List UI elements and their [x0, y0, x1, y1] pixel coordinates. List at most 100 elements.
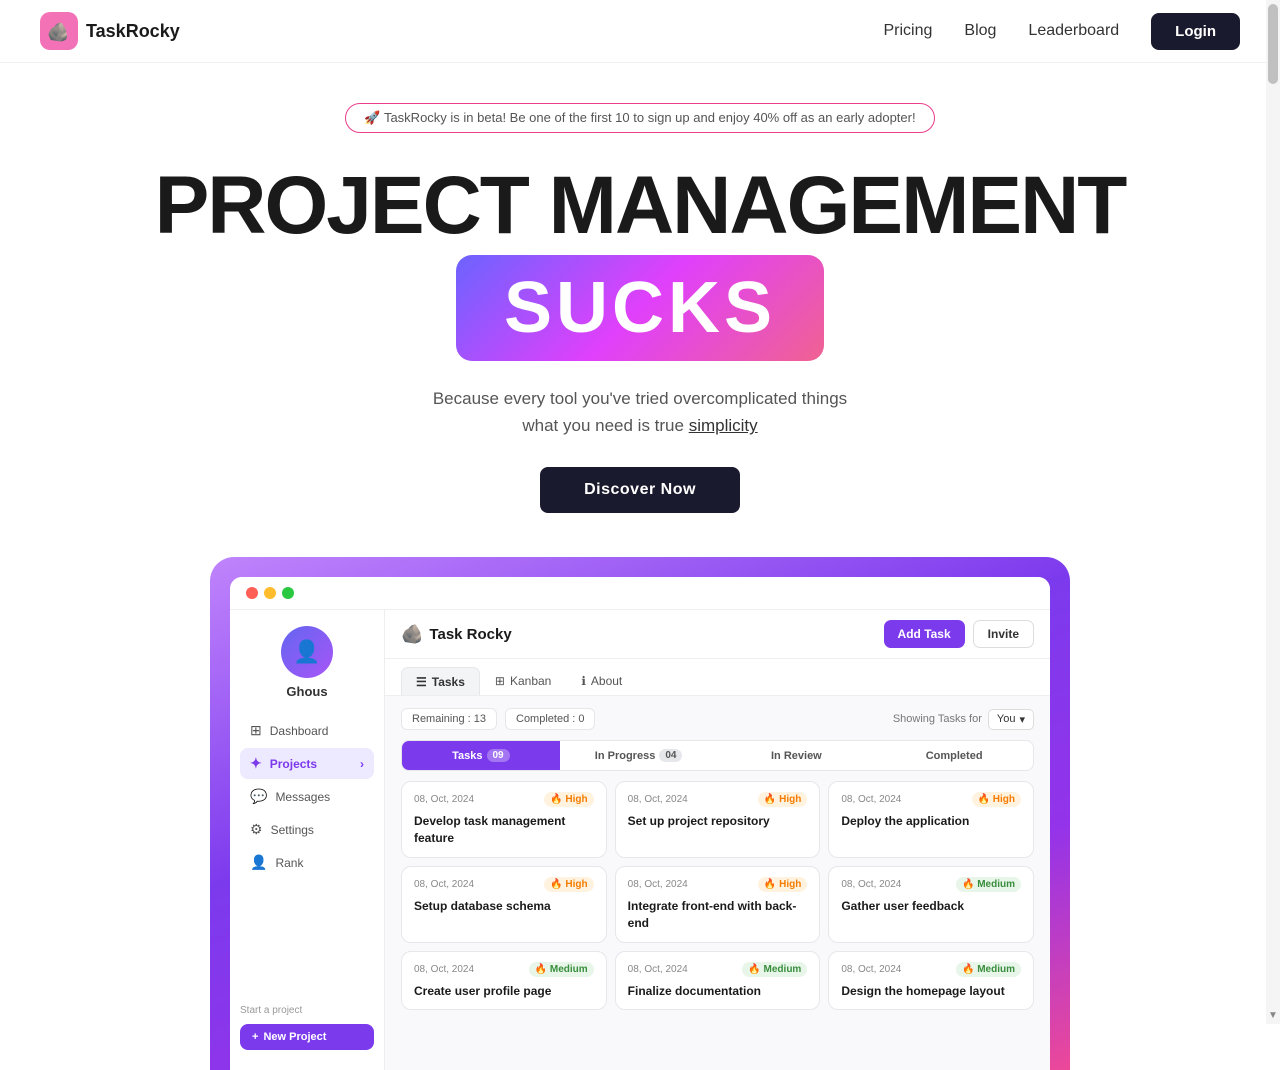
tasks-count-badge: 09	[487, 749, 510, 762]
beta-banner: 🚀 TaskRocky is in beta! Be one of the fi…	[345, 103, 934, 133]
sidebar-menu: ⊞ Dashboard ✦ Projects › 💬 Messages	[230, 715, 384, 880]
main-header: 🪨 Task Rocky Add Task Invite	[385, 610, 1050, 659]
showing-chevron-icon: ▾	[1019, 713, 1025, 726]
settings-icon: ⚙	[250, 821, 263, 838]
main-logo: 🪨 Task Rocky	[401, 624, 512, 645]
task-title: Setup database schema	[414, 898, 594, 915]
showing-tasks-select[interactable]: You ▾	[988, 709, 1034, 730]
new-project-button[interactable]: + New Project	[240, 1024, 374, 1050]
task-title: Finalize documentation	[628, 983, 808, 1000]
task-filters-row: Remaining : 13 Completed : 0 Showing Tas…	[401, 708, 1034, 730]
user-name: Ghous	[286, 684, 327, 699]
brand-name: TaskRocky	[86, 21, 180, 42]
task-card[interactable]: 08, Oct, 2024 🔥 High Develop task manage…	[401, 781, 607, 858]
sidebar-item-projects[interactable]: ✦ Projects ›	[240, 748, 374, 779]
main-content: 🪨 Task Rocky Add Task Invite ☰ Tasks	[385, 610, 1050, 1070]
task-date: 08, Oct, 2024	[841, 794, 901, 805]
sidebar-label-messages: Messages	[275, 790, 330, 804]
sidebar-item-rank[interactable]: 👤 Rank	[240, 847, 374, 878]
task-date: 08, Oct, 2024	[628, 879, 688, 890]
col-header-inreview[interactable]: In Review	[718, 741, 876, 770]
logo-icon: 🪨	[40, 12, 78, 50]
hero-subtitle-line2: what you need is true	[522, 416, 688, 435]
priority-badge: 🔥 High	[544, 877, 593, 892]
priority-badge: 🔥 Medium	[956, 877, 1021, 892]
task-card[interactable]: 08, Oct, 2024 🔥 Medium Finalize document…	[615, 951, 821, 1011]
task-card-header: 08, Oct, 2024 🔥 High	[414, 792, 594, 807]
priority-badge: 🔥 High	[758, 877, 807, 892]
app-window: 👤 Ghous ⊞ Dashboard ✦ Projects ›	[230, 577, 1050, 1070]
about-tab-icon: ℹ	[581, 674, 586, 688]
kanban-tab-label: Kanban	[510, 674, 551, 688]
nav-blog[interactable]: Blog	[964, 22, 996, 40]
priority-badge: 🔥 High	[544, 792, 593, 807]
task-columns-header: Tasks 09 In Progress 04 In Review Comple…	[401, 740, 1034, 771]
scrollbar[interactable]: ▲ ▼	[1266, 0, 1280, 1024]
task-title: Develop task management feature	[414, 813, 594, 847]
task-title: Deploy the application	[841, 813, 1021, 830]
about-tab-label: About	[591, 674, 622, 688]
projects-icon: ✦	[250, 755, 262, 772]
hero-section: 🚀 TaskRocky is in beta! Be one of the fi…	[0, 63, 1280, 513]
task-date: 08, Oct, 2024	[414, 964, 474, 975]
sidebar-item-settings[interactable]: ⚙ Settings	[240, 814, 374, 845]
login-button[interactable]: Login	[1151, 13, 1240, 50]
nav-links: Pricing Blog Leaderboard Login	[883, 13, 1240, 50]
hero-simplicity: simplicity	[689, 416, 758, 435]
task-card[interactable]: 08, Oct, 2024 🔥 High Set up project repo…	[615, 781, 821, 858]
task-card[interactable]: 08, Oct, 2024 🔥 Medium Design the homepa…	[828, 951, 1034, 1011]
nav-leaderboard[interactable]: Leaderboard	[1028, 22, 1119, 40]
remaining-badge: Remaining : 13	[401, 708, 497, 730]
inprogress-count-badge: 04	[659, 749, 682, 762]
task-card-header: 08, Oct, 2024 🔥 High	[628, 877, 808, 892]
tab-kanban[interactable]: ⊞ Kanban	[480, 667, 566, 695]
main-logo-icon: 🪨	[401, 624, 423, 645]
add-task-button[interactable]: Add Task	[884, 620, 965, 648]
task-card-header: 08, Oct, 2024 🔥 High	[414, 877, 594, 892]
main-logo-text: Task Rocky	[429, 626, 511, 643]
col-header-inprogress[interactable]: In Progress 04	[560, 741, 718, 770]
col-header-completed[interactable]: Completed	[875, 741, 1033, 770]
tasks-tab-icon: ☰	[416, 675, 427, 689]
task-title: Gather user feedback	[841, 898, 1021, 915]
task-card-header: 08, Oct, 2024 🔥 Medium	[414, 962, 594, 977]
task-card[interactable]: 08, Oct, 2024 🔥 Medium Gather user feedb…	[828, 866, 1034, 943]
brand-logo[interactable]: 🪨 TaskRocky	[40, 12, 180, 50]
scroll-thumb[interactable]	[1268, 4, 1278, 84]
app-body: 👤 Ghous ⊞ Dashboard ✦ Projects ›	[230, 610, 1050, 1070]
scroll-down-arrow[interactable]: ▼	[1266, 1006, 1280, 1024]
sidebar-item-dashboard[interactable]: ⊞ Dashboard	[240, 715, 374, 746]
task-date: 08, Oct, 2024	[628, 794, 688, 805]
discover-now-button[interactable]: Discover Now	[540, 467, 740, 513]
messages-icon: 💬	[250, 788, 267, 805]
titlebar-dot-red	[246, 587, 258, 599]
app-preview-container: 👤 Ghous ⊞ Dashboard ✦ Projects ›	[210, 557, 1070, 1070]
titlebar-dot-yellow	[264, 587, 276, 599]
titlebar-dot-green	[282, 587, 294, 599]
task-title: Create user profile page	[414, 983, 594, 1000]
task-card[interactable]: 08, Oct, 2024 🔥 Medium Create user profi…	[401, 951, 607, 1011]
task-stats: Remaining : 13 Completed : 0	[401, 708, 595, 730]
task-card-header: 08, Oct, 2024 🔥 High	[841, 792, 1021, 807]
projects-chevron-icon: ›	[360, 757, 364, 771]
tasks-tab-label: Tasks	[432, 675, 465, 689]
sidebar: 👤 Ghous ⊞ Dashboard ✦ Projects ›	[230, 610, 385, 1070]
tab-about[interactable]: ℹ About	[566, 667, 637, 695]
tab-tasks[interactable]: ☰ Tasks	[401, 667, 480, 695]
nav-pricing[interactable]: Pricing	[883, 22, 932, 40]
col-header-tasks[interactable]: Tasks 09	[402, 741, 560, 770]
task-date: 08, Oct, 2024	[414, 794, 474, 805]
sidebar-item-messages[interactable]: 💬 Messages	[240, 781, 374, 812]
rank-icon: 👤	[250, 854, 267, 871]
task-card-header: 08, Oct, 2024 🔥 High	[628, 792, 808, 807]
app-titlebar	[230, 577, 1050, 610]
dashboard-icon: ⊞	[250, 722, 262, 739]
hero-title-sucks: SUCKS	[456, 255, 824, 361]
task-card[interactable]: 08, Oct, 2024 🔥 High Integrate front-end…	[615, 866, 821, 943]
task-card[interactable]: 08, Oct, 2024 🔥 High Setup database sche…	[401, 866, 607, 943]
task-card[interactable]: 08, Oct, 2024 🔥 High Deploy the applicat…	[828, 781, 1034, 858]
task-card-header: 08, Oct, 2024 🔥 Medium	[841, 962, 1021, 977]
task-card-header: 08, Oct, 2024 🔥 Medium	[841, 877, 1021, 892]
invite-button[interactable]: Invite	[973, 620, 1034, 648]
showing-tasks-label: Showing Tasks for	[893, 713, 982, 725]
